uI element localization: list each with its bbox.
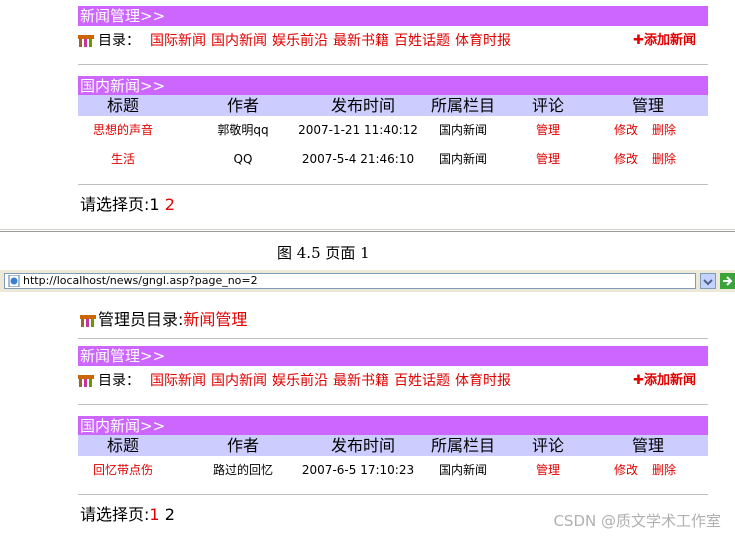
nav-category-link[interactable]: 最新书籍: [333, 373, 389, 389]
nav-category-link[interactable]: 娱乐前沿: [272, 373, 328, 389]
header-title: 标题: [106, 436, 139, 455]
nav-category-link[interactable]: 娱乐前沿: [272, 33, 328, 49]
url-text: http://localhost/news/gngl.asp?page_no=2: [23, 274, 258, 287]
news-title-link[interactable]: 生活: [78, 145, 168, 174]
news-time: 2007-1-21 11:40:12: [298, 123, 418, 137]
admin-title-label: 管理员目录:: [98, 310, 184, 329]
nav-category-link[interactable]: 百姓话题: [394, 373, 450, 389]
comment-manage-link[interactable]: 管理: [518, 145, 578, 174]
page-number-link[interactable]: 2: [165, 195, 175, 214]
pager: 请选择页:1 2: [80, 195, 175, 215]
section-bar-news-admin: 新闻管理>>: [78, 346, 708, 366]
admin-title: 管理员目录:新闻管理: [80, 310, 247, 330]
go-button[interactable]: [720, 273, 735, 289]
table-header: 标题 作者 发布时间 所属栏目 评论 管理: [78, 435, 708, 456]
table-row: 回忆带点伤 路过的回忆 2007-6-5 17:10:23 国内新闻 管理 修改…: [78, 456, 708, 485]
header-comment: 评论: [531, 96, 564, 115]
nav-category-link[interactable]: 国际新闻: [150, 373, 206, 389]
watermark: CSDN @质文学术工作室: [553, 512, 721, 530]
divider: [78, 494, 708, 495]
nav-category-link[interactable]: 体育时报: [455, 33, 511, 49]
category-nav: 目录： 国际新闻 国内新闻 娱乐前沿 最新书籍 百姓话题 体育时报 ✚添加新闻: [78, 30, 708, 52]
divider: [78, 64, 708, 65]
table-header: 标题 作者 发布时间 所属栏目 评论 管理: [78, 95, 708, 116]
table-row: 生活 QQ 2007-5-4 21:46:10 国内新闻 管理 修改 删除: [78, 145, 708, 174]
go-arrow-icon: [723, 276, 733, 286]
header-time: 发布时间: [330, 436, 395, 455]
nav-label: 目录：: [98, 33, 140, 49]
comment-manage-link[interactable]: 管理: [518, 456, 578, 485]
news-column: 国内新闻: [438, 152, 487, 166]
header-author: 作者: [226, 436, 259, 455]
nav-label: 目录：: [98, 373, 140, 389]
header-title: 标题: [106, 96, 139, 115]
header-column: 所属栏目: [430, 436, 495, 455]
people-icon: [78, 375, 94, 387]
header-manage: 管理: [631, 436, 664, 455]
news-time: 2007-5-4 21:46:10: [301, 152, 415, 166]
header-manage: 管理: [631, 96, 664, 115]
header-author: 作者: [226, 96, 259, 115]
delete-link[interactable]: 删除: [646, 145, 682, 174]
divider: [0, 229, 735, 230]
pager-label: 请选择页:: [80, 195, 150, 214]
news-time: 2007-6-5 17:10:23: [301, 463, 415, 477]
nav-category-link[interactable]: 最新书籍: [333, 33, 389, 49]
news-author: QQ: [233, 152, 253, 166]
news-column: 国内新闻: [438, 463, 487, 477]
table-row: 思想的声音 郭敬明qq 2007-1-21 11:40:12 国内新闻 管理 修…: [78, 116, 708, 145]
people-icon: [80, 314, 96, 327]
news-author: 郭敬明qq: [217, 123, 269, 137]
delete-link[interactable]: 删除: [646, 116, 682, 145]
edit-link[interactable]: 修改: [606, 145, 646, 174]
nav-category-link[interactable]: 百姓话题: [394, 33, 450, 49]
category-nav: 目录： 国际新闻 国内新闻 娱乐前沿 最新书籍 百姓话题 体育时报 ✚添加新闻: [78, 370, 708, 392]
section-bar-domestic-news: 国内新闻>>: [78, 76, 708, 96]
nav-category-link[interactable]: 国内新闻: [211, 33, 267, 49]
address-bar[interactable]: http://localhost/news/gngl.asp?page_no=2: [4, 273, 696, 289]
people-icon: [78, 35, 94, 47]
news-column: 国内新闻: [438, 123, 487, 137]
edit-link[interactable]: 修改: [606, 456, 646, 485]
delete-link[interactable]: 删除: [646, 456, 682, 485]
nav-category-link[interactable]: 国际新闻: [150, 33, 206, 49]
page-number-current: 1: [149, 195, 160, 214]
admin-title-link[interactable]: 新闻管理: [183, 310, 247, 329]
header-comment: 评论: [531, 436, 564, 455]
news-author: 路过的回忆: [212, 463, 273, 477]
divider: [78, 404, 708, 405]
nav-category-link[interactable]: 体育时报: [455, 373, 511, 389]
page-number-current: 2: [164, 505, 175, 524]
pager: 请选择页:1 2: [80, 505, 175, 525]
news-title-link[interactable]: 思想的声音: [78, 116, 168, 145]
nav-category-link[interactable]: 国内新闻: [211, 373, 267, 389]
edit-link[interactable]: 修改: [606, 116, 646, 145]
chevron-down-icon: [703, 279, 713, 286]
header-column: 所属栏目: [430, 96, 495, 115]
divider: [0, 231, 735, 232]
divider: [78, 184, 708, 185]
section-bar-domestic-news: 国内新闻>>: [78, 416, 708, 436]
add-news-link[interactable]: ✚添加新闻: [633, 30, 696, 52]
pager-label: 请选择页:: [80, 505, 150, 524]
dropdown-button[interactable]: [700, 273, 716, 289]
news-title-link[interactable]: 回忆带点伤: [78, 456, 168, 485]
header-time: 发布时间: [330, 96, 395, 115]
ie-page-icon: [8, 275, 20, 287]
comment-manage-link[interactable]: 管理: [518, 116, 578, 145]
page-number-link[interactable]: 1: [149, 505, 159, 524]
section-bar-news-admin: 新闻管理>>: [78, 6, 708, 26]
add-news-link[interactable]: ✚添加新闻: [633, 370, 696, 392]
figure-caption: 图 4.5 页面 1: [277, 244, 370, 262]
divider: [78, 338, 708, 339]
